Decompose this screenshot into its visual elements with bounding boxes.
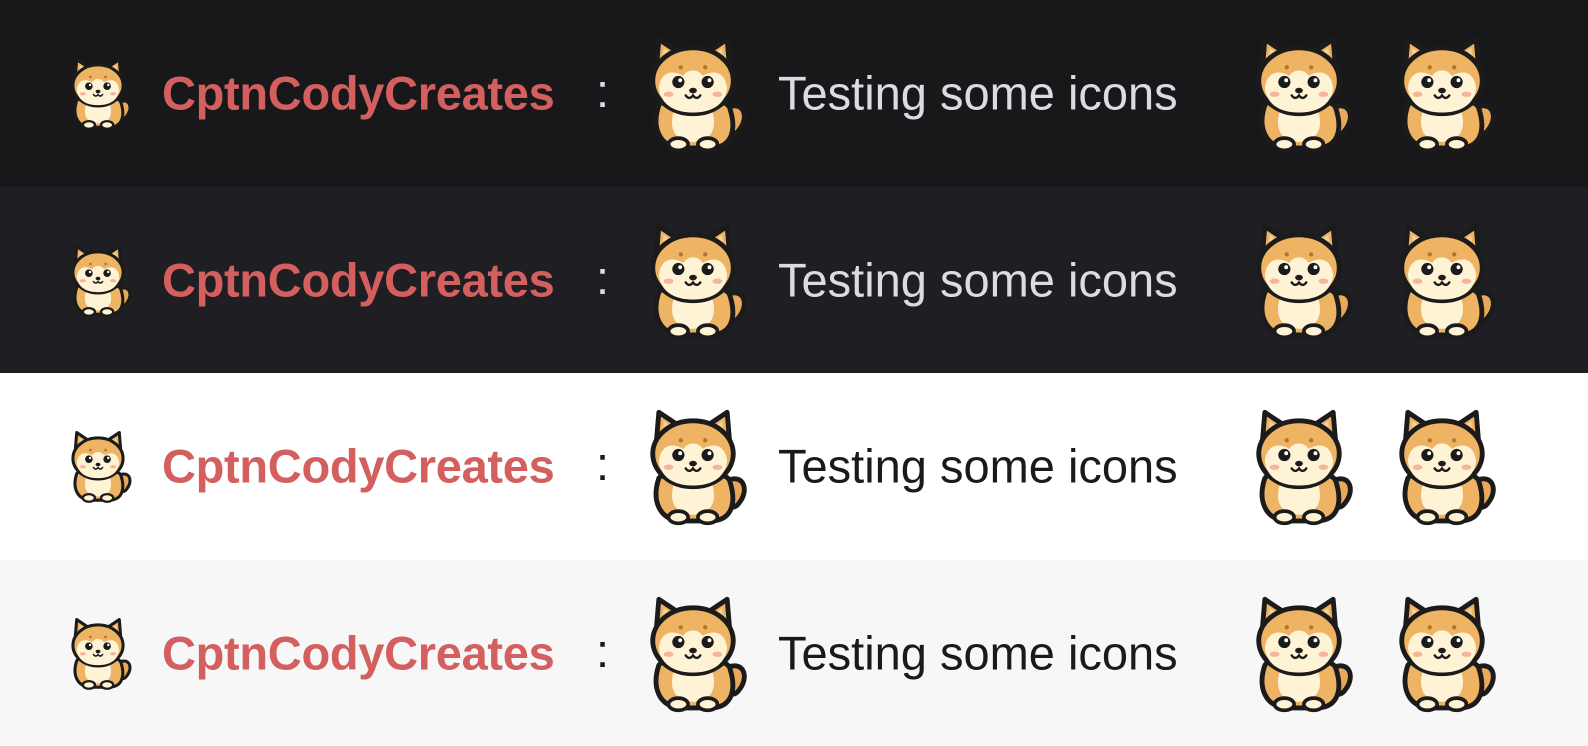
shiba-dog-emote-icon[interactable]	[1381, 405, 1503, 527]
shiba-dog-emote-icon[interactable]	[632, 219, 754, 341]
shiba-dog-emote-icon[interactable]	[1381, 32, 1503, 154]
chat-message-row: CptnCodyCreates : Testing some icons	[0, 186, 1588, 373]
chat-message-text: Testing some icons	[778, 66, 1178, 120]
shiba-dog-icon[interactable]	[60, 242, 136, 318]
chat-separator: :	[596, 437, 610, 490]
shiba-dog-icon[interactable]	[60, 615, 136, 691]
chat-username[interactable]: CptnCodyCreates	[162, 66, 555, 121]
shiba-dog-icon[interactable]	[60, 428, 136, 504]
chat-message-row: CptnCodyCreates : Testing some icons	[0, 559, 1588, 746]
shiba-dog-emote-icon[interactable]	[1238, 219, 1360, 341]
shiba-dog-emote-icon[interactable]	[1238, 405, 1360, 527]
shiba-dog-emote-icon[interactable]	[1238, 592, 1360, 714]
chat-message-text: Testing some icons	[778, 626, 1178, 680]
chat-username[interactable]: CptnCodyCreates	[162, 252, 555, 307]
shiba-dog-emote-icon[interactable]	[632, 592, 754, 714]
chat-separator: :	[596, 623, 610, 677]
shiba-dog-emote-icon[interactable]	[632, 405, 754, 527]
chat-separator: :	[596, 64, 610, 117]
chat-username[interactable]: CptnCodyCreates	[162, 625, 555, 680]
chat-separator: :	[596, 250, 610, 304]
chat-message-row: CptnCodyCreates : Testing some icons	[0, 373, 1588, 560]
shiba-dog-emote-icon[interactable]	[1381, 592, 1503, 714]
chat-username[interactable]: CptnCodyCreates	[162, 439, 555, 494]
shiba-dog-emote-icon[interactable]	[1381, 219, 1503, 341]
chat-message-text: Testing some icons	[778, 439, 1178, 493]
shiba-dog-icon[interactable]	[60, 55, 136, 131]
shiba-dog-emote-icon[interactable]	[632, 32, 754, 154]
chat-message-text: Testing some icons	[778, 253, 1178, 307]
chat-message-row: CptnCodyCreates : Testing some icons	[0, 0, 1588, 187]
shiba-dog-emote-icon[interactable]	[1238, 32, 1360, 154]
